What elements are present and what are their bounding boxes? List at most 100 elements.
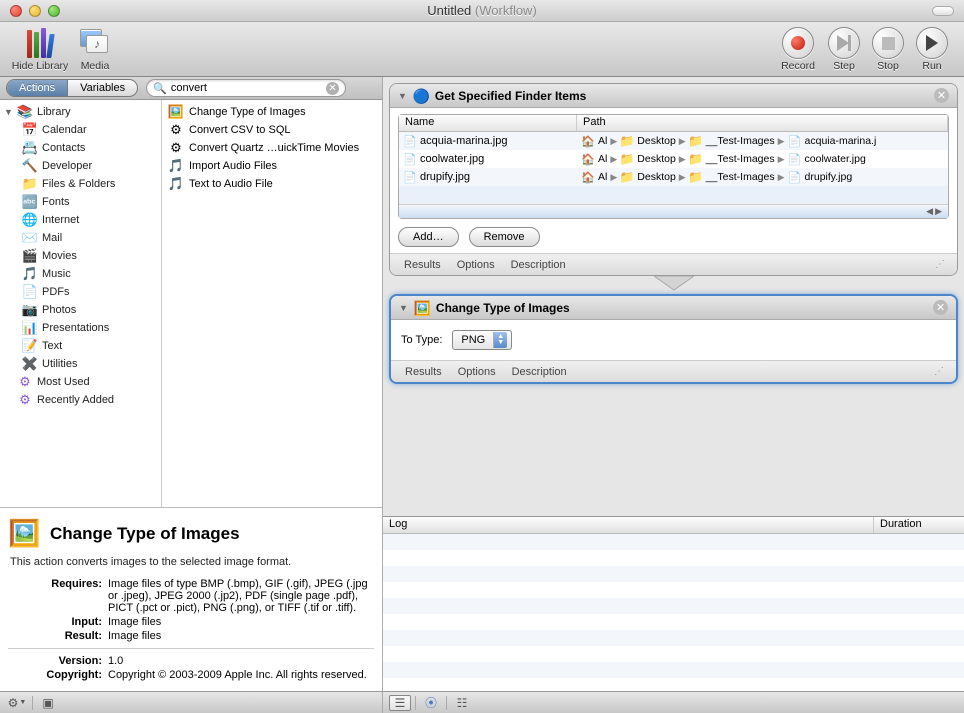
log-column-log[interactable]: Log [383,517,874,533]
action-list-item[interactable]: 🎵Import Audio Files [162,157,382,175]
table-row[interactable]: 📄coolwater.jpg🏠Al▶📁Desktop▶📁__Test-Image… [399,150,948,168]
horizontal-scroller[interactable]: ◀▶ [399,204,948,218]
resize-grip-icon[interactable]: ⋰ [935,259,943,270]
library-smart-folder[interactable]: ⚙︎Most Used [0,373,161,391]
preview-app-icon: 🖼️ [414,300,430,316]
card-description-link[interactable]: Description [511,259,566,271]
run-button[interactable]: Run [910,26,954,72]
library-category[interactable]: 📷Photos [0,301,161,319]
card-results-link[interactable]: Results [405,366,442,378]
action-list-item[interactable]: ⚙︎Convert CSV to SQL [162,121,382,139]
disclosure-icon[interactable]: ▼ [399,303,408,313]
file-name: acquia-marina.jpg [420,135,507,147]
library-category[interactable]: 🔨Developer [0,157,161,175]
chevron-right-icon: ▶ [679,154,686,165]
log-view-icon-button[interactable]: ⦿ [420,695,442,711]
stop-label: Stop [877,60,899,72]
card-title: Get Specified Finder Items [435,89,586,103]
category-label: Files & Folders [42,178,115,190]
category-icon: 📁 [22,176,38,192]
file-icon: 📄 [403,170,417,184]
table-row[interactable]: 📄drupify.jpg🏠Al▶📁Desktop▶📁__Test-Images▶… [399,168,948,186]
library-root[interactable]: ▼📚Library [0,103,161,121]
search-input[interactable] [171,82,326,94]
clear-search-button[interactable]: ✕ [326,82,339,95]
category-label: Movies [42,250,77,262]
library-category[interactable]: 📝Text [0,337,161,355]
library-smart-folder[interactable]: ⚙︎Recently Added [0,391,161,409]
action-list-item[interactable]: 🖼️Change Type of Images [162,103,382,121]
add-items-button[interactable]: Add… [398,227,459,247]
library-tree[interactable]: ▼📚Library 📅Calendar📇Contacts🔨Developer📁 F… [0,100,162,507]
library-category[interactable]: 📊Presentations [0,319,161,337]
file-icon: 📄 [788,134,802,148]
tab-actions[interactable]: Actions [7,80,67,96]
log-view-detail-button[interactable]: ☷ [451,695,473,711]
category-label: Presentations [42,322,109,334]
card-options-link[interactable]: Options [458,366,496,378]
library-category[interactable]: 📇Contacts [0,139,161,157]
workflow-connector [389,280,958,290]
card-description-link[interactable]: Description [512,366,567,378]
action-card-change-type[interactable]: ▼ 🖼️ Change Type of Images ✕ To Type: PN… [389,294,958,384]
library-category[interactable]: 🔤Fonts [0,193,161,211]
step-label: Step [833,60,855,72]
workflow-canvas[interactable]: ▼ 🔵 Get Specified Finder Items ✕ Name Pa… [383,77,964,516]
library-books-icon [26,28,54,58]
info-result-key: Result: [8,630,108,642]
remove-action-button[interactable]: ✕ [933,300,948,315]
library-category[interactable]: 📁 Files & Folders [0,175,161,193]
to-type-select[interactable]: PNG ▲▼ [452,330,512,350]
library-books-icon: 📚 [17,104,33,120]
library-category[interactable]: 🎵Music [0,265,161,283]
category-label: Mail [42,232,62,244]
info-input-key: Input: [8,616,108,628]
remove-items-button[interactable]: Remove [469,227,540,247]
to-type-value: PNG [461,334,485,346]
category-label: PDFs [42,286,70,298]
library-category[interactable]: ✉️Mail [0,229,161,247]
table-row[interactable]: 📄acquia-marina.jpg🏠Al▶📁Desktop▶📁__Test-I… [399,132,948,150]
library-category[interactable]: 📄PDFs [0,283,161,301]
step-button[interactable]: Step [822,26,866,72]
card-results-link[interactable]: Results [404,259,441,271]
play-icon [926,35,938,51]
library-category[interactable]: 🎬Movies [0,247,161,265]
info-result-value: Image files [108,630,374,642]
media-button[interactable]: ♪ Media [70,26,120,72]
tab-variables[interactable]: Variables [67,80,137,96]
log-column-duration[interactable]: Duration [874,517,964,533]
action-label: Convert Quartz …uickTime Movies [189,142,359,154]
info-input-value: Image files [108,616,374,628]
chevron-right-icon: ▶ [610,172,617,183]
library-category[interactable]: 🌐Internet [0,211,161,229]
action-list-item[interactable]: ⚙︎Convert Quartz …uickTime Movies [162,139,382,157]
stop-button[interactable]: Stop [866,26,910,72]
action-list-item[interactable]: 🎵Text to Audio File [162,175,382,193]
action-search[interactable]: 🔍 ✕ [146,79,346,97]
action-card-get-finder-items[interactable]: ▼ 🔵 Get Specified Finder Items ✕ Name Pa… [389,83,958,276]
stepper-arrows-icon: ▲▼ [493,332,507,348]
toolbar-toggle-button[interactable] [932,6,954,16]
library-category[interactable]: 📅Calendar [0,121,161,139]
toggle-info-panel-button[interactable]: ▣ [37,695,59,711]
action-label: Import Audio Files [189,160,277,172]
folder-icon: 📁 [620,170,634,184]
column-name[interactable]: Name [399,115,577,131]
action-results-list[interactable]: 🖼️Change Type of Images⚙︎Convert CSV to … [162,100,382,507]
hide-library-button[interactable]: Hide Library [10,26,70,72]
library-category[interactable]: ✖️Utilities [0,355,161,373]
chevron-right-icon: ▶ [679,172,686,183]
info-version-value: 1.0 [108,655,374,667]
record-button[interactable]: Record [774,26,822,72]
gear-menu-button[interactable]: ⚙︎▼ [6,695,28,711]
category-icon: 📷 [22,302,38,318]
resize-grip-icon[interactable]: ⋰ [934,366,942,377]
remove-action-button[interactable]: ✕ [934,88,949,103]
disclosure-icon[interactable]: ▼ [398,91,407,101]
home-icon: 🏠 [581,134,595,148]
log-view-list-button[interactable]: ☰ [389,695,411,711]
finder-icon: 🔵 [413,88,429,104]
column-path[interactable]: Path [577,115,948,131]
card-options-link[interactable]: Options [457,259,495,271]
